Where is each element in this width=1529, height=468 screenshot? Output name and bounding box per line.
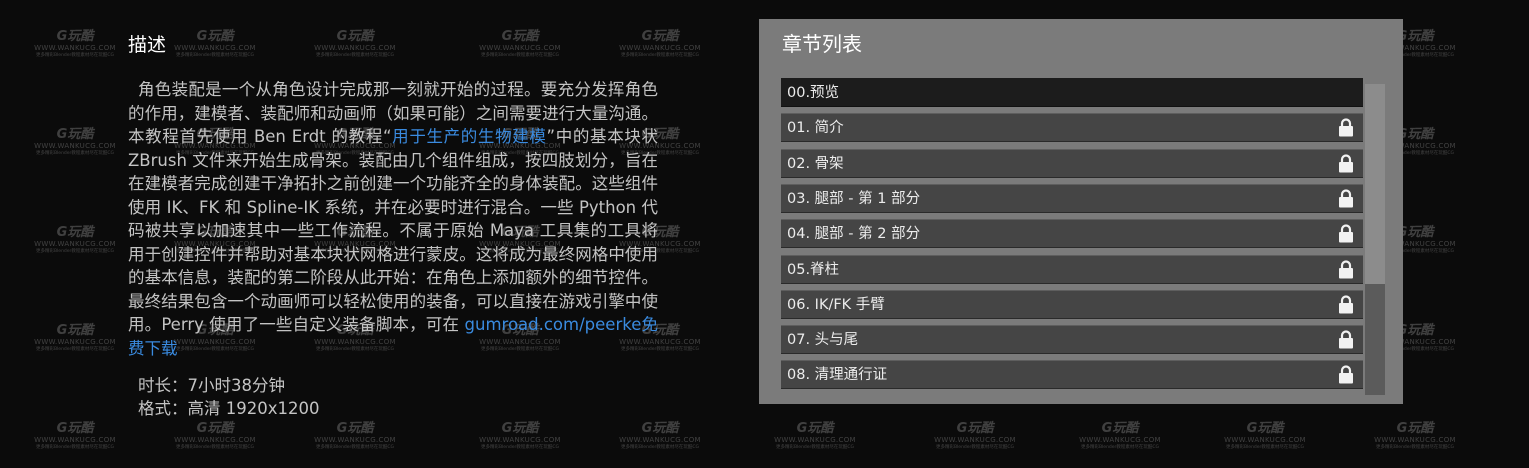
watermark: G玩酷WWW.WANKUCG.COM更多精彩Blender教程素材尽在玩酷CG	[1224, 421, 1306, 451]
creature-modeling-link[interactable]: 用于生产的生物建模	[392, 127, 547, 146]
watermark: G玩酷WWW.WANKUCG.COM更多精彩Blender教程素材尽在玩酷CG	[34, 323, 116, 353]
lock-icon	[1339, 154, 1353, 173]
chapter-label: 00.预览	[787, 85, 840, 101]
chapter-item-04[interactable]: 04. 腿部 - 第 2 部分	[781, 219, 1363, 249]
chapter-item-01[interactable]: 01. 简介	[781, 113, 1363, 143]
chapter-item-05[interactable]: 05.脊柱	[781, 254, 1363, 284]
chapter-item-08[interactable]: 08. 清理通行证	[781, 360, 1363, 390]
course-format: 格式：高清 1920x1200	[138, 399, 320, 418]
lock-icon	[1339, 295, 1353, 314]
lock-icon	[1339, 259, 1353, 278]
lock-icon	[1339, 224, 1353, 243]
course-meta: 时长：7小时38分钟 格式：高清 1920x1200	[128, 374, 658, 420]
watermark: G玩酷WWW.WANKUCG.COM更多精彩Blender教程素材尽在玩酷CG	[479, 421, 561, 451]
chapter-item-07[interactable]: 07. 头与尾	[781, 325, 1363, 355]
description-title: 描述	[128, 34, 167, 56]
watermark: G玩酷WWW.WANKUCG.COM更多精彩Blender教程素材尽在玩酷CG	[34, 421, 116, 451]
chapter-label: 04. 腿部 - 第 2 部分	[787, 226, 921, 243]
lock-icon	[1339, 189, 1353, 208]
chapter-item-03[interactable]: 03. 腿部 - 第 1 部分	[781, 183, 1363, 213]
watermark: G玩酷WWW.WANKUCG.COM更多精彩Blender教程素材尽在玩酷CG	[934, 421, 1016, 451]
description-body: 角色装配是一个从角色设计完成那一刻就开始的过程。要充分发挥角色的作用，建模者、装…	[128, 78, 658, 360]
lock-icon	[1339, 118, 1353, 137]
watermark: G玩酷WWW.WANKUCG.COM更多精彩Blender教程素材尽在玩酷CG	[34, 29, 116, 59]
watermark: G玩酷WWW.WANKUCG.COM更多精彩Blender教程素材尽在玩酷CG	[1374, 421, 1456, 451]
chapter-list-panel: 章节列表 00.预览 01. 简介 02. 骨架 03. 腿部 - 第 1 部分…	[759, 19, 1403, 404]
watermark: G玩酷WWW.WANKUCG.COM更多精彩Blender教程素材尽在玩酷CG	[34, 127, 116, 157]
chapter-label: 07. 头与尾	[787, 332, 859, 349]
watermark: G玩酷WWW.WANKUCG.COM更多精彩Blender教程素材尽在玩酷CG	[174, 421, 256, 451]
watermark: G玩酷WWW.WANKUCG.COM更多精彩Blender教程素材尽在玩酷CG	[314, 421, 396, 451]
scrollbar-thumb[interactable]	[1365, 84, 1385, 284]
chapter-list: 00.预览 01. 简介 02. 骨架 03. 腿部 - 第 1 部分 04. …	[781, 78, 1385, 395]
course-duration: 时长：7小时38分钟	[138, 376, 285, 395]
chapter-item-06[interactable]: 06. IK/FK 手臂	[781, 289, 1363, 319]
lock-icon	[1339, 330, 1353, 349]
chapter-label: 06. IK/FK 手臂	[787, 296, 885, 313]
watermark: G玩酷WWW.WANKUCG.COM更多精彩Blender教程素材尽在玩酷CG	[1079, 421, 1161, 451]
lock-icon	[1339, 365, 1353, 384]
chapter-item-02[interactable]: 02. 骨架	[781, 148, 1363, 178]
description-text-2: ”中的基本块状 ZBrush 文件来开始生成骨架。装配由几个组件组成，按四肢划分…	[128, 127, 658, 334]
watermark: G玩酷WWW.WANKUCG.COM更多精彩Blender教程素材尽在玩酷CG	[774, 421, 856, 451]
chapter-list-title: 章节列表	[782, 32, 862, 56]
chapter-label: 08. 清理通行证	[787, 367, 888, 384]
watermark: G玩酷WWW.WANKUCG.COM更多精彩Blender教程素材尽在玩酷CG	[34, 225, 116, 255]
chapter-label: 01. 简介	[787, 120, 844, 137]
description-section: 描述 角色装配是一个从角色设计完成那一刻就开始的过程。要充分发挥角色的作用，建模…	[128, 32, 658, 420]
chapter-label: 03. 腿部 - 第 1 部分	[787, 190, 921, 207]
chapter-item-00[interactable]: 00.预览	[781, 78, 1363, 107]
chapter-label: 02. 骨架	[787, 155, 844, 172]
watermark: G玩酷WWW.WANKUCG.COM更多精彩Blender教程素材尽在玩酷CG	[619, 421, 701, 451]
chapter-label: 05.脊柱	[787, 261, 840, 278]
